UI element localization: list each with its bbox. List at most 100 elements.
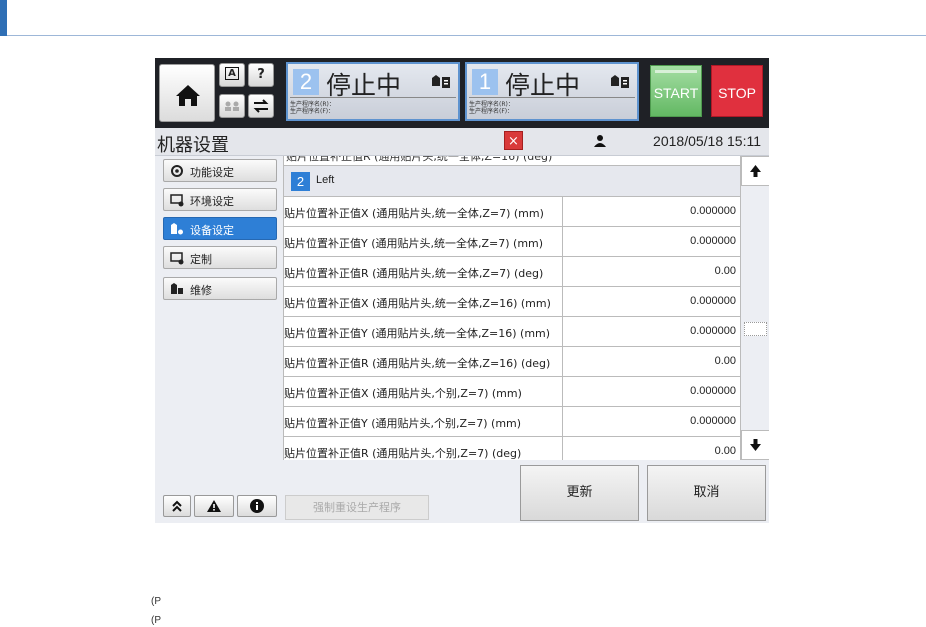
cancel-button[interactable]: 取消	[647, 465, 766, 521]
column-divider	[562, 287, 563, 317]
table-row[interactable]: 贴片位置补正值Y (通用贴片头,统一全体,Z=16) (mm) 0.000000	[284, 317, 740, 347]
row-value[interactable]: 0.000000	[564, 235, 739, 247]
operators-icon	[225, 101, 239, 111]
stop-button[interactable]: STOP	[711, 65, 763, 117]
settings-table: 贴片位置补正值R (通用贴片头,统一全体,Z=16) (deg) 2 Left …	[283, 156, 740, 460]
footnote-line: (P	[151, 615, 161, 626]
collapse-button[interactable]	[163, 495, 191, 517]
row-value[interactable]: 0.00	[564, 445, 739, 457]
program-front: 生产程序名(F)：	[290, 108, 335, 115]
program-rear: 生产程序名(R)：	[290, 101, 335, 108]
nav-item-label: 环境设定	[190, 195, 234, 208]
row-name: 贴片位置补正值R (通用贴片头,统一全体,Z=7) (deg)	[284, 267, 544, 280]
column-divider	[562, 257, 563, 287]
nav-item-environment-settings[interactable]: 环境设定	[163, 188, 277, 211]
cancel-label: 取消	[693, 485, 720, 500]
stage-panel-1[interactable]: 1 停止中 生产程序名(R)： 生产程序名(F)：	[465, 62, 639, 121]
arrow-down-icon	[750, 439, 761, 451]
program-names: 生产程序名(R)： 生产程序名(F)：	[290, 97, 456, 117]
table-scrollbar[interactable]	[740, 156, 769, 460]
nav-item-label: 功能设定	[190, 166, 234, 179]
info-button[interactable]	[237, 495, 277, 517]
page-header-rule	[0, 0, 926, 36]
group-number: 2	[291, 172, 310, 191]
row-value[interactable]: 0.00	[564, 355, 739, 367]
info-icon	[250, 499, 264, 513]
row-name: 贴片位置补正值X (通用贴片头,个别,Z=7) (mm)	[284, 387, 522, 400]
footnote-line: (P	[151, 596, 161, 607]
scroll-down-button[interactable]	[741, 430, 769, 460]
column-divider	[562, 407, 563, 437]
double-chevron-up-icon	[172, 500, 182, 512]
nav-item-label: 设备设定	[190, 224, 234, 237]
warning-button[interactable]	[194, 495, 234, 517]
start-label: START	[653, 85, 699, 101]
stage-panel-2[interactable]: 2 停止中 生产程序名(R)： 生产程序名(F)：	[286, 62, 460, 121]
column-divider	[562, 317, 563, 347]
machine-screen: A ? 2 停止中 生产程序名(R)： 生产程序名(F)： 1 停止中 生产程序…	[155, 58, 769, 523]
maintenance-icon	[171, 283, 183, 294]
datetime: 2018/05/18 15:11	[653, 133, 761, 149]
stop-label: STOP	[718, 85, 756, 101]
table-row[interactable]: 贴片位置补正值X (通用贴片头,统一全体,Z=16) (mm) 0.000000	[284, 287, 740, 317]
row-value[interactable]: 0.000000	[564, 325, 739, 337]
auto-mode-button[interactable]: A	[219, 63, 245, 87]
force-reset-program-button[interactable]: 强制重设生产程序	[285, 495, 429, 520]
table-row[interactable]: 贴片位置补正值Y (通用贴片头,个别,Z=7) (mm) 0.000000	[284, 407, 740, 437]
help-button[interactable]: ?	[248, 63, 274, 87]
table-row[interactable]: 贴片位置补正值Y (通用贴片头,统一全体,Z=7) (mm) 0.000000	[284, 227, 740, 257]
row-value[interactable]: 0.000000	[564, 295, 739, 307]
update-label: 更新	[566, 485, 593, 500]
scroll-up-button[interactable]	[741, 156, 769, 186]
nav-item-function-settings[interactable]: 功能设定	[163, 159, 277, 182]
settings-nav: 功能设定 环境设定 设备设定 定制 维修	[155, 156, 283, 523]
row-name: 贴片位置补正值R (通用贴片头,统一全体,Z=16) (deg)	[286, 156, 553, 163]
home-button[interactable]	[159, 64, 215, 122]
table-row[interactable]: 贴片位置补正值R (通用贴片头,统一全体,Z=7) (deg) 0.00	[284, 257, 740, 287]
user-icon	[594, 135, 606, 147]
start-button[interactable]: START	[650, 65, 702, 117]
scroll-thumb[interactable]	[744, 322, 767, 336]
row-name: 贴片位置补正值Y (通用贴片头,统一全体,Z=7) (mm)	[284, 237, 544, 250]
transfer-icon	[253, 99, 269, 113]
row-name: 贴片位置补正值Y (通用贴片头,个别,Z=7) (mm)	[284, 417, 522, 430]
row-value[interactable]: 0.000000	[564, 205, 739, 217]
row-name: 贴片位置补正值Y (通用贴片头,统一全体,Z=16) (mm)	[284, 327, 551, 340]
group-label: Left	[316, 174, 335, 186]
operators-button[interactable]	[219, 94, 245, 118]
nav-item-device-settings[interactable]: 设备设定	[163, 217, 277, 240]
table-row[interactable]: 贴片位置补正值X (通用贴片头,个别,Z=7) (mm) 0.000000	[284, 377, 740, 407]
row-name: 贴片位置补正值X (通用贴片头,统一全体,Z=16) (mm)	[284, 297, 551, 310]
program-names: 生产程序名(R)： 生产程序名(F)：	[469, 97, 635, 117]
program-front: 生产程序名(F)：	[469, 108, 514, 115]
column-divider	[562, 377, 563, 407]
column-divider	[562, 437, 563, 460]
nav-item-custom[interactable]: 定制	[163, 246, 277, 269]
row-value[interactable]: 0.000000	[564, 415, 739, 427]
row-value[interactable]: 0.00	[564, 265, 739, 277]
table-row[interactable]: 贴片位置补正值X (通用贴片头,统一全体,Z=7) (mm) 0.000000	[284, 197, 740, 227]
nav-item-label: 维修	[190, 284, 212, 297]
transfer-button[interactable]	[248, 94, 274, 118]
stage-number: 1	[472, 69, 498, 95]
warning-icon	[207, 500, 221, 512]
group-header-left: 2 Left	[284, 166, 740, 197]
nav-item-maintenance[interactable]: 维修	[163, 277, 277, 300]
help-label: ?	[257, 67, 265, 82]
update-button[interactable]: 更新	[520, 465, 639, 521]
row-name: 贴片位置补正值X (通用贴片头,统一全体,Z=7) (mm)	[284, 207, 544, 220]
program-rear: 生产程序名(R)：	[469, 101, 514, 108]
auto-mode-label: A	[225, 67, 239, 80]
table-row[interactable]: 贴片位置补正值R (通用贴片头,统一全体,Z=16) (deg) 0.00	[284, 347, 740, 377]
nav-item-label: 定制	[190, 253, 212, 266]
table-row-partial[interactable]: 贴片位置补正值R (通用贴片头,统一全体,Z=16) (deg)	[284, 156, 740, 166]
title-bar: 机器设置 × 2018/05/18 15:11	[155, 128, 769, 156]
table-row[interactable]: 贴片位置补正值R (通用贴片头,个别,Z=7) (deg) 0.00	[284, 437, 740, 460]
custom-monitor-icon	[170, 252, 184, 265]
page-title: 机器设置	[157, 135, 229, 156]
force-reset-label: 强制重设生产程序	[313, 501, 401, 514]
top-bar: A ? 2 停止中 生产程序名(R)： 生产程序名(F)： 1 停止中 生产程序…	[155, 58, 769, 128]
close-button[interactable]: ×	[504, 131, 523, 150]
environment-monitor-icon	[170, 194, 184, 207]
row-value[interactable]: 0.000000	[564, 385, 739, 397]
